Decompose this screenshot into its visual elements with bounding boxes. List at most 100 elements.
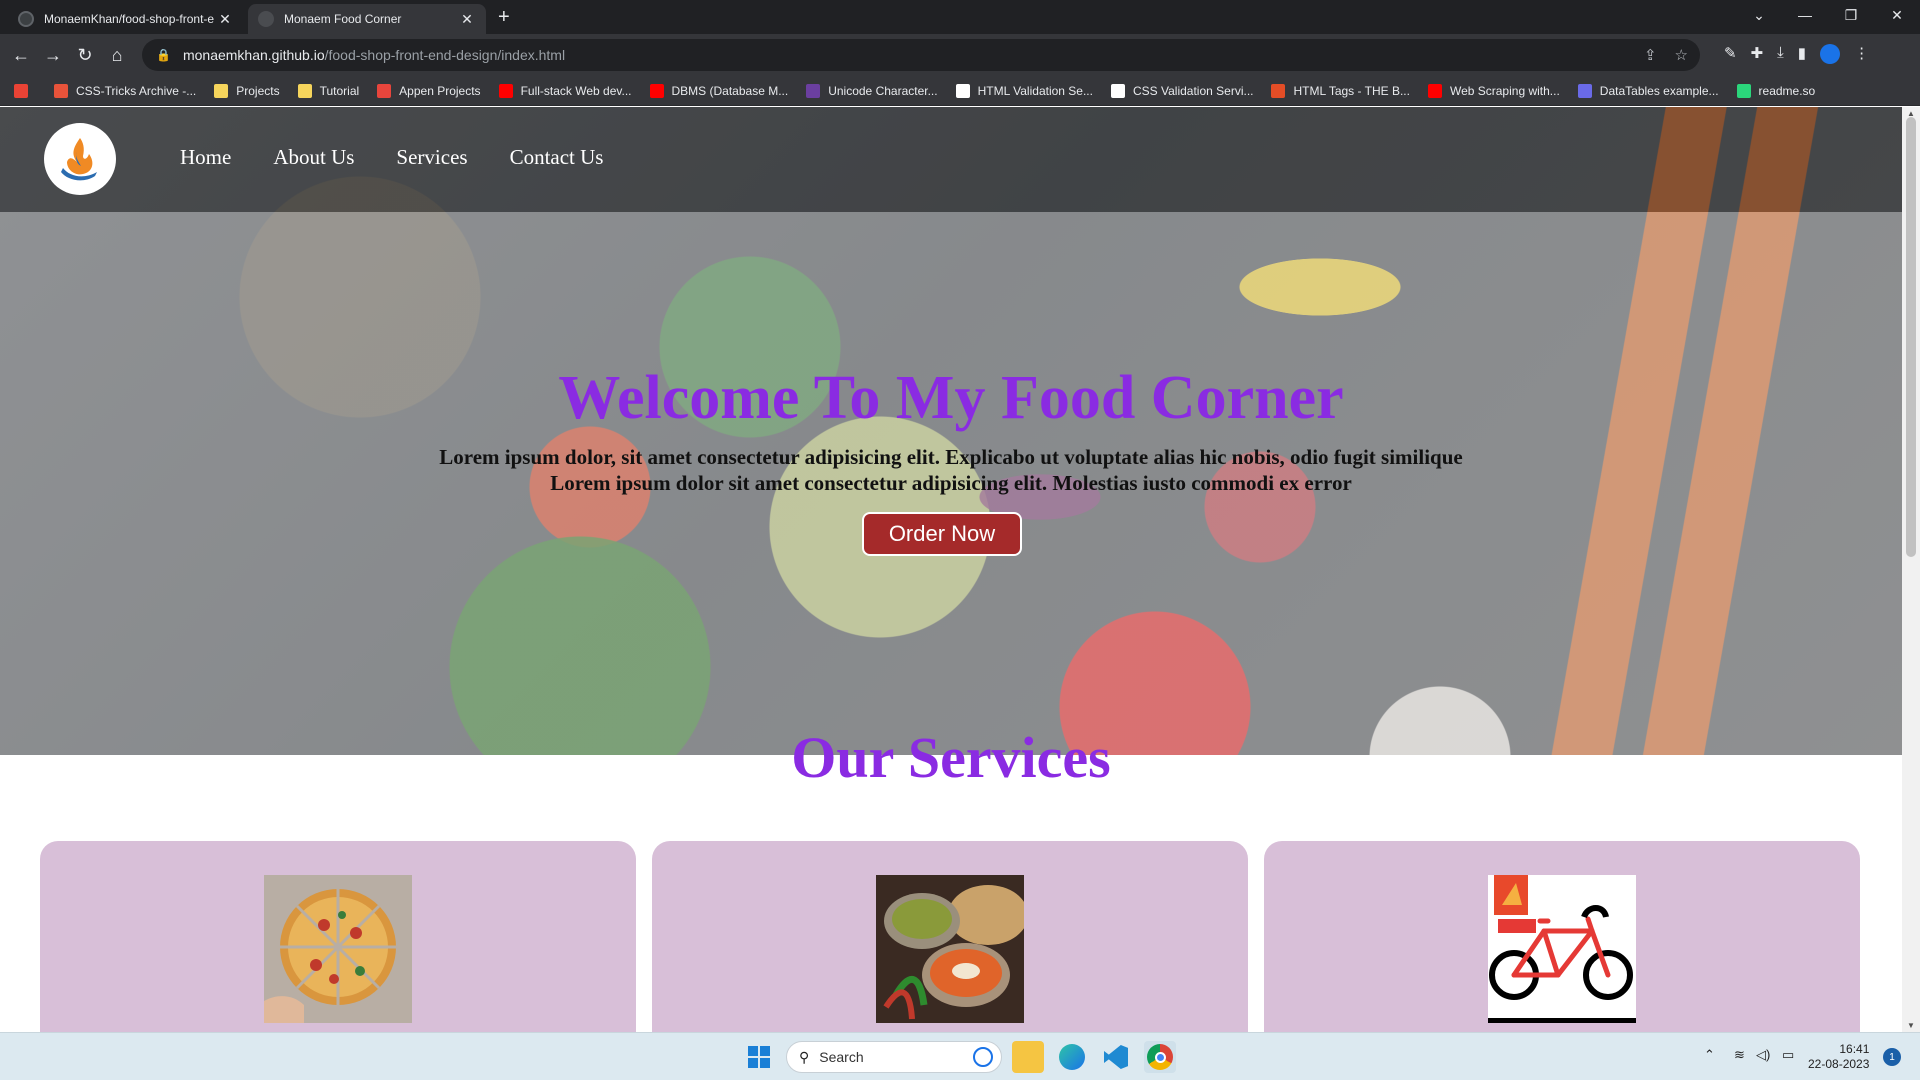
- tray-chevron-icon[interactable]: ⌃: [1704, 1047, 1715, 1063]
- notification-badge[interactable]: 1: [1883, 1048, 1901, 1066]
- extensions-puzzle-icon[interactable]: ✚: [1751, 44, 1764, 64]
- logo-flame-hand-icon: [61, 138, 97, 181]
- tab-title: Monaem Food Corner: [284, 12, 402, 26]
- download-icon[interactable]: ⤓: [1777, 44, 1784, 64]
- forward-icon[interactable]: →: [42, 44, 64, 66]
- bookmark-item[interactable]: Tutorial: [297, 83, 360, 98]
- bookmark-label: Appen Projects: [399, 83, 481, 98]
- home-icon[interactable]: ⌂: [106, 44, 128, 66]
- clock-date: 22-08-2023: [1808, 1057, 1870, 1071]
- close-window-icon[interactable]: ✕: [1874, 0, 1920, 30]
- bookmarks-bar: CSS-Tricks Archive -... Projects Tutorial A…: [0, 76, 1920, 106]
- minimize-icon[interactable]: —: [1782, 0, 1828, 30]
- nav-about-us[interactable]: About Us: [273, 145, 354, 170]
- chrome-icon[interactable]: [1144, 1041, 1176, 1073]
- bookmark-item[interactable]: DBMS (Database M...: [649, 83, 789, 98]
- bookmark-star-icon[interactable]: ☆: [1675, 46, 1688, 64]
- folder-icon: [214, 83, 229, 98]
- bing-icon[interactable]: [973, 1047, 993, 1067]
- bookmark-label: HTML Validation Se...: [977, 83, 1093, 98]
- bookmark-item[interactable]: HTML Tags - THE B...: [1271, 83, 1410, 98]
- datatables-icon: [1577, 83, 1592, 98]
- scrollbar-thumb[interactable]: [1906, 117, 1916, 557]
- profile-avatar[interactable]: [1820, 44, 1841, 64]
- address-bar[interactable]: 🔒 monaemkhan.github.io /food-shop-front-…: [142, 39, 1700, 71]
- tab-search-icon[interactable]: ⌄: [1736, 0, 1782, 30]
- tab-food-corner[interactable]: Monaem Food Corner ✕: [248, 4, 486, 34]
- nav-services[interactable]: Services: [396, 145, 467, 170]
- readme-icon: [1736, 83, 1751, 98]
- hero-section: Home About Us Services Contact Us Welcom…: [0, 107, 1902, 755]
- bookmark-label: Web Scraping with...: [1449, 83, 1560, 98]
- bookmark-label: DBMS (Database M...: [671, 83, 789, 98]
- bookmark-label: HTML Tags - THE B...: [1293, 83, 1410, 98]
- bookmark-label: CSS Validation Servi...: [1132, 83, 1254, 98]
- lock-icon: 🔒: [156, 48, 171, 62]
- gmail-icon: [14, 83, 28, 98]
- page-scrollbar[interactable]: ▲ ▼: [1902, 107, 1920, 1032]
- bookmark-label: readme.so: [1758, 83, 1816, 98]
- file-explorer-icon[interactable]: [1012, 1041, 1044, 1073]
- side-panel-icon[interactable]: ▮: [1798, 44, 1806, 64]
- hero-title: Welcome To My Food Corner: [558, 364, 1344, 432]
- windows-start-icon[interactable]: [748, 1046, 770, 1068]
- search-icon: ⚲: [799, 1048, 810, 1065]
- taskbar-search[interactable]: ⚲ Search: [786, 1041, 1002, 1073]
- wifi-icon[interactable]: ≋: [1734, 1047, 1745, 1063]
- restore-icon[interactable]: ❐: [1828, 0, 1874, 30]
- url-host: monaemkhan.github.io: [182, 47, 325, 63]
- vscode-icon[interactable]: [1100, 1041, 1132, 1073]
- nav-home[interactable]: Home: [180, 145, 231, 170]
- reload-icon[interactable]: ↻: [74, 44, 96, 66]
- bookmark-item[interactable]: Unicode Character...: [806, 83, 938, 98]
- site-navbar: Home About Us Services Contact Us: [0, 107, 1902, 212]
- bookmark-item[interactable]: CSS-Tricks Archive -...: [54, 83, 196, 98]
- html-tags-icon: [1271, 83, 1286, 98]
- battery-icon[interactable]: ▭: [1782, 1047, 1794, 1063]
- bookmark-label: Unicode Character...: [828, 83, 938, 98]
- pen-extension-icon[interactable]: ✎: [1724, 44, 1737, 64]
- bookmark-item[interactable]: Full-stack Web dev...: [498, 83, 632, 98]
- delivery-bicycle-image: [1488, 875, 1636, 1023]
- share-icon[interactable]: ⇪: [1644, 46, 1657, 64]
- order-now-button[interactable]: Order Now: [862, 512, 1022, 556]
- youtube-icon: [649, 83, 664, 98]
- bookmark-item[interactable]: Appen Projects: [377, 83, 481, 98]
- w3c-css-icon: [1110, 83, 1125, 98]
- page-viewport: Home About Us Services Contact Us Welcom…: [0, 107, 1902, 1032]
- service-card-pizza: [40, 841, 636, 1032]
- bookmark-item[interactable]: readme.so: [1736, 83, 1816, 98]
- youtube-icon: [1427, 83, 1442, 98]
- bookmark-label: Tutorial: [319, 83, 360, 98]
- nav-contact-us[interactable]: Contact Us: [510, 145, 604, 170]
- services-title: Our Services: [791, 725, 1111, 790]
- windows-taskbar: ⚲ Search ⌃ ≋ ◁) ▭ 16:41 22-08-2023 1: [0, 1032, 1920, 1080]
- folder-icon: [297, 83, 312, 98]
- appen-icon: [377, 83, 392, 98]
- hero-line-1: Lorem ipsum dolor, sit amet consectetur …: [439, 445, 1463, 469]
- site-logo[interactable]: [44, 123, 116, 195]
- edge-icon[interactable]: [1056, 1041, 1088, 1073]
- tab-strip: MonaemKhan/food-shop-front-e ✕ Monaem Fo…: [0, 0, 1920, 34]
- page-favicon-icon: [258, 11, 274, 27]
- pizza-image: [264, 875, 412, 1023]
- taskbar-clock[interactable]: 16:41 22-08-2023: [1808, 1042, 1869, 1072]
- bookmark-item[interactable]: HTML Validation Se...: [955, 83, 1093, 98]
- service-card-curry: [652, 841, 1248, 1032]
- close-tab-icon[interactable]: ✕: [458, 11, 476, 28]
- new-tab-button[interactable]: +: [498, 6, 510, 29]
- bookmark-item[interactable]: Projects: [214, 83, 280, 98]
- bookmark-item[interactable]: CSS Validation Servi...: [1110, 83, 1254, 98]
- tab-github[interactable]: MonaemKhan/food-shop-front-e ✕: [8, 4, 244, 34]
- bookmark-item[interactable]: [14, 83, 36, 98]
- scroll-down-icon[interactable]: ▼: [1902, 1021, 1920, 1030]
- volume-icon[interactable]: ◁): [1756, 1047, 1770, 1063]
- w3c-icon: [955, 83, 970, 98]
- menu-kebab-icon[interactable]: ⋮: [1854, 44, 1869, 64]
- close-tab-icon[interactable]: ✕: [216, 11, 234, 28]
- bookmark-item[interactable]: Web Scraping with...: [1427, 83, 1560, 98]
- bookmark-item[interactable]: DataTables example...: [1577, 83, 1719, 98]
- hero-description: Lorem ipsum dolor, sit amet consectetur …: [0, 444, 1902, 496]
- bookmark-label: Full-stack Web dev...: [520, 83, 632, 98]
- back-icon[interactable]: ←: [10, 44, 32, 66]
